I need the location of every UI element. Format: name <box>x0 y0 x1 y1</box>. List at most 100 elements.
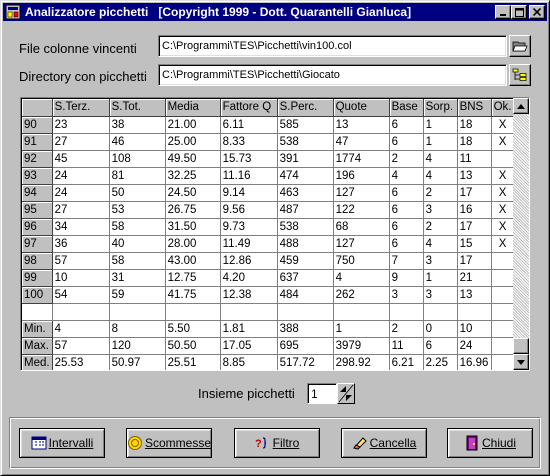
table-cell[interactable]: 15 <box>457 235 492 253</box>
row-header[interactable]: Min. <box>22 320 53 338</box>
table-cell[interactable]: 13 <box>457 167 492 185</box>
table-row[interactable]: 90 23 38 21.00 6.11 585 13 6 1 18 X <box>22 116 515 134</box>
table-cell[interactable]: 18 <box>457 133 492 151</box>
summary-row[interactable]: Min. 4 8 5.50 1.81 388 1 2 0 10 <box>22 320 515 338</box>
table-cell[interactable]: 1 <box>333 320 390 338</box>
table-cell[interactable]: 17 <box>457 252 492 270</box>
row-header[interactable]: 91 <box>22 133 53 151</box>
table-cell[interactable]: 13 <box>333 116 390 134</box>
table-cell[interactable]: 50 <box>109 184 166 202</box>
title-bar[interactable]: Analizzatore picchetti [Copyright 1999 -… <box>3 3 547 21</box>
table-row[interactable]: 93 24 81 32.25 11.16 474 196 4 4 13 X <box>22 167 515 185</box>
table-cell[interactable]: 2.25 <box>423 354 458 370</box>
table-cell[interactable]: 11.16 <box>220 167 278 185</box>
table-cell[interactable]: 695 <box>277 337 334 355</box>
table-cell[interactable]: 8.33 <box>220 133 278 151</box>
table-cell[interactable]: 484 <box>277 286 334 304</box>
table-cell[interactable]: 21 <box>457 269 492 287</box>
table-cell[interactable]: 6 <box>423 337 458 355</box>
table-cell[interactable]: 47 <box>333 133 390 151</box>
table-cell[interactable]: 120 <box>109 337 166 355</box>
column-header[interactable]: S.Perc. <box>277 99 334 117</box>
table-cell[interactable]: 50.50 <box>165 337 221 355</box>
table-cell[interactable]: 122 <box>333 201 390 219</box>
table-row[interactable]: 98 57 58 43.00 12.86 459 750 7 3 17 <box>22 252 515 270</box>
vertical-scrollbar[interactable] <box>513 98 529 370</box>
table-cell[interactable]: 1 <box>423 269 458 287</box>
table-cell[interactable]: 1 <box>423 116 458 134</box>
table-cell[interactable]: 9 <box>389 269 424 287</box>
table-cell[interactable]: 25.53 <box>52 354 110 370</box>
table-cell[interactable]: 27 <box>52 201 110 219</box>
table-cell[interactable]: 17 <box>457 184 492 202</box>
table-cell[interactable]: 3 <box>423 252 458 270</box>
table-cell[interactable]: 637 <box>277 269 334 287</box>
table-cell[interactable]: 6 <box>389 133 424 151</box>
table-cell[interactable]: 474 <box>277 167 334 185</box>
table-cell[interactable]: 50.97 <box>109 354 166 370</box>
column-header[interactable]: Quote <box>333 99 390 117</box>
ok-cell[interactable] <box>491 354 515 370</box>
table-row[interactable]: 99 10 31 12.75 4.20 637 4 9 1 21 <box>22 269 515 287</box>
summary-row[interactable]: Max. 57 120 50.50 17.05 695 3979 11 6 24 <box>22 337 515 355</box>
table-cell[interactable]: 750 <box>333 252 390 270</box>
table-cell[interactable]: 11 <box>389 337 424 355</box>
table-cell[interactable]: 6 <box>389 116 424 134</box>
row-header[interactable]: 93 <box>22 167 53 185</box>
table-cell[interactable]: 2 <box>423 218 458 236</box>
summary-row[interactable]: Med. 25.53 50.97 25.51 8.85 517.72 298.92 6.21 2… <box>22 354 515 370</box>
table-cell[interactable]: 4 <box>52 320 110 338</box>
table-cell[interactable]: 16.96 <box>457 354 492 370</box>
table-cell[interactable]: 388 <box>277 320 334 338</box>
table-cell[interactable]: 488 <box>277 235 334 253</box>
column-header[interactable]: BNS <box>457 99 492 117</box>
chiudi-button[interactable]: Chiudi <box>447 428 533 458</box>
set-spinner[interactable] <box>337 383 355 404</box>
table-cell[interactable]: 6 <box>389 184 424 202</box>
table-cell[interactable]: 108 <box>109 150 166 168</box>
row-header[interactable]: 94 <box>22 184 53 202</box>
row-header[interactable]: 100 <box>22 286 53 304</box>
table-cell[interactable]: 196 <box>333 167 390 185</box>
table-cell[interactable]: 15.73 <box>220 150 278 168</box>
table-cell[interactable]: 25.51 <box>165 354 221 370</box>
minimize-button[interactable] <box>495 5 511 19</box>
ok-cell[interactable] <box>491 337 515 355</box>
table-cell[interactable]: 517.72 <box>277 354 334 370</box>
table-cell[interactable]: 127 <box>333 184 390 202</box>
table-row[interactable]: 96 34 58 31.50 9.73 538 68 6 2 17 X <box>22 218 515 236</box>
row-header[interactable]: 99 <box>22 269 53 287</box>
table-cell[interactable]: 24 <box>52 167 110 185</box>
table-cell[interactable]: 31.50 <box>165 218 221 236</box>
ok-cell[interactable] <box>491 320 515 338</box>
table-cell[interactable]: 49.50 <box>165 150 221 168</box>
table-cell[interactable]: 13 <box>457 286 492 304</box>
ok-cell[interactable]: X <box>491 116 515 134</box>
table-cell[interactable]: 585 <box>277 116 334 134</box>
table-row[interactable]: 100 54 59 41.75 12.38 484 262 3 3 13 <box>22 286 515 304</box>
table-cell[interactable]: 45 <box>52 150 110 168</box>
table-cell[interactable]: 18 <box>457 116 492 134</box>
filtro-button[interactable]: ? Filtro <box>234 428 320 458</box>
table-cell[interactable]: 538 <box>277 133 334 151</box>
table-cell[interactable]: 12.75 <box>165 269 221 287</box>
ok-cell[interactable] <box>491 269 515 287</box>
table-cell[interactable]: 16 <box>457 201 492 219</box>
table-cell[interactable]: 26.75 <box>165 201 221 219</box>
table-cell[interactable]: 12.38 <box>220 286 278 304</box>
table-cell[interactable]: 46 <box>109 133 166 151</box>
table-cell[interactable]: 59 <box>109 286 166 304</box>
table-cell[interactable]: 17.05 <box>220 337 278 355</box>
column-header[interactable]: S.Terz. <box>52 99 110 117</box>
table-cell[interactable]: 41.75 <box>165 286 221 304</box>
table-cell[interactable]: 38 <box>109 116 166 134</box>
table-cell[interactable]: 6.21 <box>389 354 424 370</box>
column-header[interactable]: Fattore Q <box>220 99 278 117</box>
table-cell[interactable]: 3 <box>423 201 458 219</box>
table-cell[interactable]: 40 <box>109 235 166 253</box>
table-cell[interactable]: 0 <box>423 320 458 338</box>
table-cell[interactable]: 10 <box>457 320 492 338</box>
table-row[interactable]: 95 27 53 26.75 9.56 487 122 6 3 16 X <box>22 201 515 219</box>
table-cell[interactable]: 6 <box>389 201 424 219</box>
table-cell[interactable]: 2 <box>423 184 458 202</box>
